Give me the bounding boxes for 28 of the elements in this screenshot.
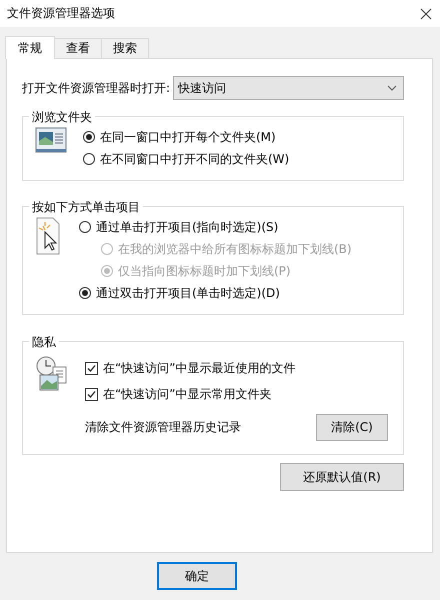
checkbox[interactable] xyxy=(85,362,98,374)
radio-button[interactable] xyxy=(83,131,95,143)
checkbox-label[interactable]: 在“快速访问”中显示最近使用的文件 xyxy=(103,360,296,376)
tab[interactable]: 常规 xyxy=(5,36,55,59)
radio-button[interactable] xyxy=(79,287,91,299)
radio-label[interactable]: 在同一窗口中打开每个文件夹(M) xyxy=(100,128,276,146)
window-layout-icon xyxy=(35,126,67,154)
group-title: 隐私 xyxy=(29,334,59,351)
group-title: 按如下方式单击项目 xyxy=(29,199,143,216)
dropdown[interactable]: 快速访问 xyxy=(173,76,404,100)
checkbox-label[interactable]: 在“快速访问”中显示常用文件夹 xyxy=(103,386,272,402)
clock-documents-icon xyxy=(35,355,69,393)
close-icon[interactable] xyxy=(420,8,432,20)
radio-button[interactable] xyxy=(79,221,91,233)
radio-label[interactable]: 在不同窗口中打开不同的文件夹(W) xyxy=(100,150,290,168)
restore-defaults-button[interactable]: 还原默认值(R) xyxy=(280,463,404,491)
radio-label[interactable]: 通过双击打开项目(单击时选定)(D) xyxy=(96,284,280,302)
radio-label[interactable]: 通过单击打开项目(指向时选定)(S) xyxy=(96,218,278,236)
checkbox[interactable] xyxy=(85,388,98,400)
ok-button[interactable]: 确定 xyxy=(157,562,237,590)
window-title: 文件资源管理器选项 xyxy=(7,5,115,22)
field-label: 打开文件资源管理器时打开: xyxy=(22,80,170,96)
group-title: 浏览文件夹 xyxy=(29,109,95,126)
clear-history-label: 清除文件资源管理器历史记录 xyxy=(85,419,241,436)
tab[interactable]: 搜索 xyxy=(101,38,149,58)
clear-button[interactable]: 清除(C) xyxy=(316,414,388,441)
chevron-down-icon xyxy=(387,85,397,91)
radio-button[interactable] xyxy=(83,153,95,165)
